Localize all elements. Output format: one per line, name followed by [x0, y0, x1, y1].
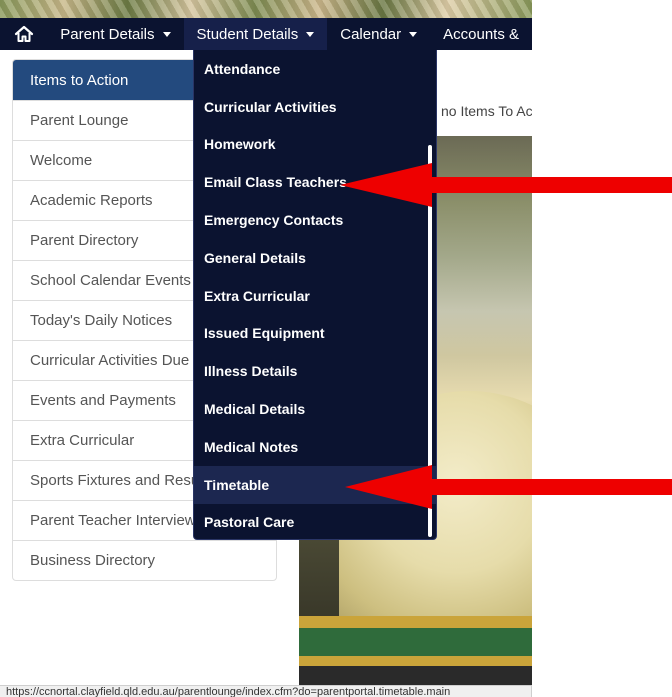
red-arrow-email-icon	[340, 163, 672, 207]
nav-accounts-label: Accounts &	[443, 25, 519, 43]
sidebar-item-business-directory[interactable]: Business Directory	[13, 540, 276, 580]
menu-item-pastoral-care[interactable]: Pastoral Care	[194, 504, 436, 539]
menu-item-general-details[interactable]: General Details	[194, 239, 436, 277]
menu-item-issued-equipment[interactable]: Issued Equipment	[194, 315, 436, 353]
menu-item-extra-curricular[interactable]: Extra Curricular	[194, 277, 436, 315]
menu-item-illness-details[interactable]: Illness Details	[194, 352, 436, 390]
no-items-message: no Items To Action	[441, 103, 532, 119]
header-banner	[0, 0, 532, 18]
menu-item-homework[interactable]: Homework	[194, 126, 436, 164]
nav-parent-details[interactable]: Parent Details	[47, 18, 183, 50]
nav-student-details[interactable]: Student Details	[183, 18, 328, 50]
menu-item-attendance[interactable]: Attendance	[194, 50, 436, 88]
menu-item-medical-details[interactable]: Medical Details	[194, 390, 436, 428]
red-arrow-timetable-icon	[345, 465, 672, 509]
menu-item-curricular-activities[interactable]: Curricular Activities	[194, 88, 436, 126]
nav-calendar[interactable]: Calendar	[327, 18, 430, 50]
nav-student-details-label: Student Details	[196, 25, 299, 43]
caret-down-icon	[409, 31, 418, 37]
status-bar-url: https://ccnortal.clayfield.qld.edu.au/pa…	[0, 685, 532, 697]
top-navbar: Parent Details Student Details Calendar …	[0, 18, 532, 50]
menu-item-medical-notes[interactable]: Medical Notes	[194, 428, 436, 466]
home-icon	[14, 25, 33, 42]
caret-down-icon	[162, 31, 171, 37]
nav-accounts[interactable]: Accounts &	[430, 18, 532, 50]
nav-calendar-label: Calendar	[340, 25, 402, 43]
caret-down-icon	[306, 31, 315, 37]
home-button[interactable]	[0, 18, 47, 50]
nav-parent-details-label: Parent Details	[60, 25, 155, 43]
